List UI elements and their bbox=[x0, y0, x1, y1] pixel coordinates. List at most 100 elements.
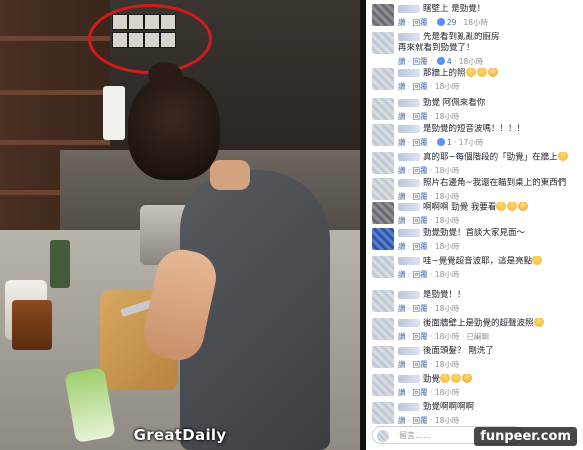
avatar[interactable] bbox=[372, 290, 394, 312]
avatar[interactable] bbox=[372, 178, 394, 200]
comment-time[interactable]: 18小時 bbox=[435, 192, 460, 201]
avatar[interactable] bbox=[372, 318, 394, 340]
comment-time[interactable]: 18小時 · 已編輯 bbox=[435, 332, 489, 341]
comment-time[interactable]: 18小時 bbox=[435, 270, 460, 279]
reply-link[interactable]: 回覆 bbox=[413, 388, 428, 397]
comment-text: 是勁覺的短音波嗎！！！！ bbox=[398, 124, 579, 135]
commenter-name[interactable] bbox=[398, 203, 420, 211]
like-link[interactable]: 讚 bbox=[398, 270, 406, 279]
reply-link[interactable]: 回覆 bbox=[413, 416, 428, 425]
avatar[interactable] bbox=[372, 124, 394, 146]
comment-text: 哇~覺覺超音波耶，這是亮點 bbox=[398, 256, 579, 268]
thumbs-up-icon bbox=[436, 57, 445, 65]
like-count[interactable]: 4 bbox=[447, 57, 452, 66]
like-link[interactable]: 讚 bbox=[398, 138, 406, 147]
comment-time[interactable]: 18小時 bbox=[435, 166, 460, 175]
commenter-name[interactable] bbox=[398, 375, 420, 383]
commenter-name[interactable] bbox=[398, 69, 420, 77]
person-neck bbox=[210, 160, 250, 190]
commenter-name[interactable] bbox=[398, 98, 420, 107]
comment-line: 照片右邊角~我還在瞄到桌上的東西們 bbox=[423, 178, 567, 188]
avatar[interactable] bbox=[372, 374, 394, 396]
emoji-icon bbox=[496, 202, 507, 211]
reply-link[interactable]: 回覆 bbox=[413, 332, 428, 341]
reply-link[interactable]: 回覆 bbox=[413, 270, 428, 279]
like-link[interactable]: 讚 bbox=[398, 332, 406, 341]
comment-meta: 讚 · 回覆 · 18小時 bbox=[398, 216, 460, 225]
comment-text: 真的耶~每個階段的「勁覺」在牆上 bbox=[398, 152, 579, 164]
like-link[interactable]: 讚 bbox=[398, 416, 406, 425]
reply-link[interactable]: 回覆 bbox=[413, 242, 428, 251]
comment-meta: 讚 · 回覆 · 18小時 bbox=[398, 360, 460, 369]
reply-link[interactable]: 回覆 bbox=[413, 360, 428, 369]
commenter-name[interactable] bbox=[398, 257, 420, 265]
reply-link[interactable]: 回覆 bbox=[413, 138, 428, 147]
reply-link[interactable]: 回覆 bbox=[413, 57, 428, 66]
like-link[interactable]: 讚 bbox=[398, 304, 406, 313]
avatar[interactable] bbox=[372, 402, 394, 424]
commenter-name[interactable] bbox=[398, 178, 420, 187]
comments-panel[interactable]: 瞎壁上 是勁覺！ 讚 · 回覆 · 29 · 18小時 先是看到亂亂的廚房 再來就看到… bbox=[366, 0, 583, 450]
like-link[interactable]: 讚 bbox=[398, 242, 406, 251]
commenter-name[interactable] bbox=[398, 153, 420, 161]
like-link[interactable]: 讚 bbox=[398, 82, 406, 91]
like-link[interactable]: 讚 bbox=[398, 18, 406, 27]
avatar[interactable] bbox=[372, 32, 394, 54]
avatar[interactable] bbox=[372, 202, 394, 224]
reply-link[interactable]: 回覆 bbox=[413, 192, 428, 201]
like-link[interactable]: 讚 bbox=[398, 360, 406, 369]
like-link[interactable]: 讚 bbox=[398, 57, 406, 66]
emoji-icon bbox=[518, 202, 529, 211]
comment-time[interactable]: 18小時 bbox=[435, 242, 460, 251]
reply-link[interactable]: 回覆 bbox=[413, 18, 428, 27]
reply-link[interactable]: 回覆 bbox=[413, 82, 428, 91]
reply-link[interactable]: 回覆 bbox=[413, 216, 428, 225]
comment-meta: 讚 · 回覆 · 1 · 17小時 bbox=[398, 138, 484, 147]
comment-time[interactable]: 17小時 bbox=[459, 138, 484, 147]
like-link[interactable]: 讚 bbox=[398, 166, 406, 175]
commenter-name[interactable] bbox=[398, 124, 420, 133]
avatar[interactable] bbox=[372, 228, 394, 250]
reply-placeholder: 留言…… bbox=[399, 431, 431, 440]
comment-line: 那牆上的照 bbox=[423, 68, 466, 79]
comment-time[interactable]: 18小時 bbox=[435, 304, 460, 313]
avatar[interactable] bbox=[372, 98, 394, 120]
avatar[interactable] bbox=[372, 256, 394, 278]
commenter-name[interactable] bbox=[398, 346, 420, 355]
comment-time[interactable]: 18小時 bbox=[435, 360, 460, 369]
comment-time[interactable]: 18小時 bbox=[435, 216, 460, 225]
comment-time[interactable]: 18小時 bbox=[435, 388, 460, 397]
commenter-name[interactable] bbox=[398, 228, 420, 237]
comment-line: 哇~覺覺超音波耶，這是亮點 bbox=[423, 256, 533, 267]
avatar[interactable] bbox=[372, 68, 394, 90]
like-link[interactable]: 讚 bbox=[398, 216, 406, 225]
avatar[interactable] bbox=[372, 346, 394, 368]
my-avatar bbox=[377, 430, 389, 442]
like-count[interactable]: 29 bbox=[447, 18, 457, 27]
like-count[interactable]: 1 bbox=[447, 138, 452, 147]
comment-time[interactable]: 18小時 bbox=[464, 18, 489, 27]
comment-time[interactable]: 18小時 bbox=[435, 416, 460, 425]
commenter-name[interactable] bbox=[398, 319, 420, 327]
comment-time[interactable]: 18小時 bbox=[459, 57, 484, 66]
reply-link[interactable]: 回覆 bbox=[413, 166, 428, 175]
reply-link[interactable]: 回覆 bbox=[413, 304, 428, 313]
commenter-name[interactable] bbox=[398, 4, 420, 13]
comment-meta: 讚 · 回覆 · 18小時 bbox=[398, 192, 460, 201]
reply-link[interactable]: 回覆 bbox=[413, 112, 428, 121]
comment-line: 後面牆壁上是勁覺的超聲波照 bbox=[423, 318, 534, 329]
commenter-name[interactable] bbox=[398, 32, 420, 41]
funpeer-watermark: funpeer.com bbox=[474, 427, 577, 446]
comment-text: 先是看到亂亂的廚房 再來就看到勁覺了！ bbox=[398, 32, 579, 54]
commenter-name[interactable] bbox=[398, 290, 420, 299]
like-link[interactable]: 讚 bbox=[398, 192, 406, 201]
avatar[interactable] bbox=[372, 4, 394, 26]
comment-line: 是勁覺的短音波嗎！！！！ bbox=[423, 124, 526, 134]
avatar[interactable] bbox=[372, 152, 394, 174]
like-link[interactable]: 讚 bbox=[398, 112, 406, 121]
comment-time[interactable]: 18小時 bbox=[435, 82, 460, 91]
like-link[interactable]: 讚 bbox=[398, 388, 406, 397]
comment-line: 勁覺 阿佩來看你 bbox=[423, 98, 486, 108]
commenter-name[interactable] bbox=[398, 402, 420, 411]
comment-time[interactable]: 18小時 bbox=[435, 112, 460, 121]
